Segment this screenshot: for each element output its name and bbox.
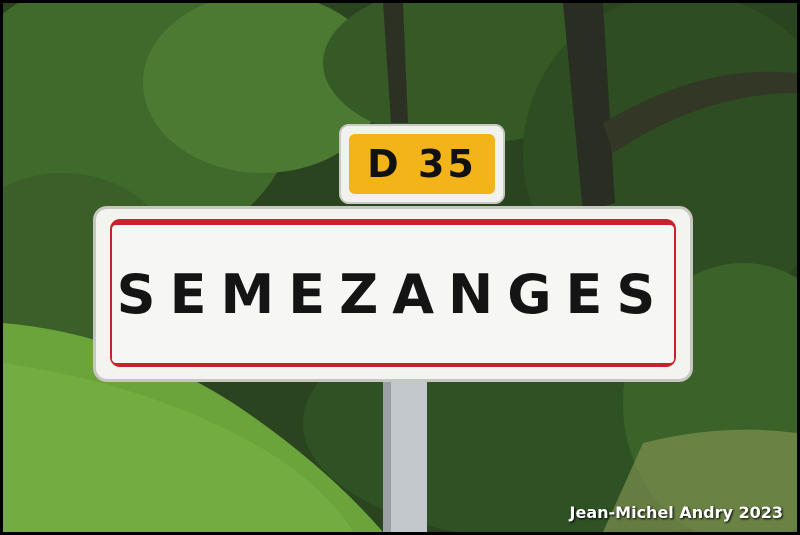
- route-plate-face: D 35: [349, 134, 495, 194]
- town-entry-sign: SEMEZANGES: [93, 206, 693, 382]
- photo-scene: D 35 SEMEZANGES Jean-Michel Andry 2023: [3, 3, 797, 532]
- route-number-plate: D 35: [339, 124, 505, 204]
- town-name-text: SEMEZANGES: [116, 262, 670, 326]
- photo-credit: Jean-Michel Andry 2023: [569, 503, 783, 522]
- town-sign-face: SEMEZANGES: [112, 225, 674, 363]
- route-number-text: D 35: [367, 142, 477, 186]
- photo-frame: D 35 SEMEZANGES Jean-Michel Andry 2023: [0, 0, 800, 535]
